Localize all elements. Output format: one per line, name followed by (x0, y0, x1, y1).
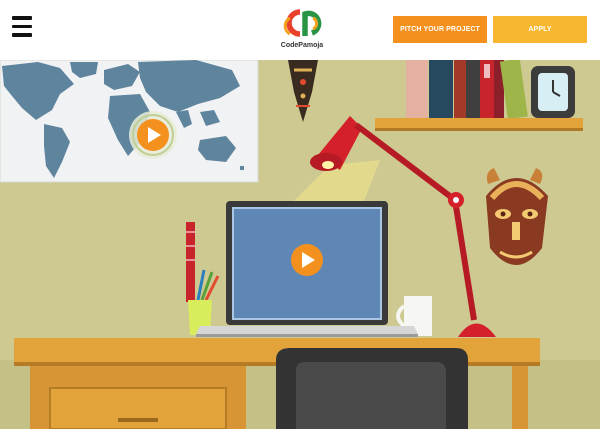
hamburger-menu-icon[interactable] (12, 16, 32, 38)
apply-button[interactable]: APPLY (493, 16, 587, 43)
laptop-play-button-icon (291, 244, 323, 276)
pitch-your-project-button[interactable]: PITCH YOUR PROJECT (393, 16, 487, 43)
map-play-button-icon (129, 111, 177, 159)
top-navigation-bar: CodePamoja PITCH YOUR PROJECT APPLY (0, 0, 600, 60)
hero-illustration (0, 60, 600, 429)
bookshelf-books (406, 60, 528, 120)
codepamoja-logo[interactable]: CodePamoja (272, 4, 332, 56)
office-desk-illustration (0, 60, 600, 429)
logo-mark-icon (283, 9, 322, 37)
world-map-poster (0, 60, 259, 183)
clock-icon (531, 66, 575, 118)
laptop (196, 201, 418, 337)
logo-text: CodePamoja (280, 42, 324, 49)
office-chair (276, 348, 468, 429)
